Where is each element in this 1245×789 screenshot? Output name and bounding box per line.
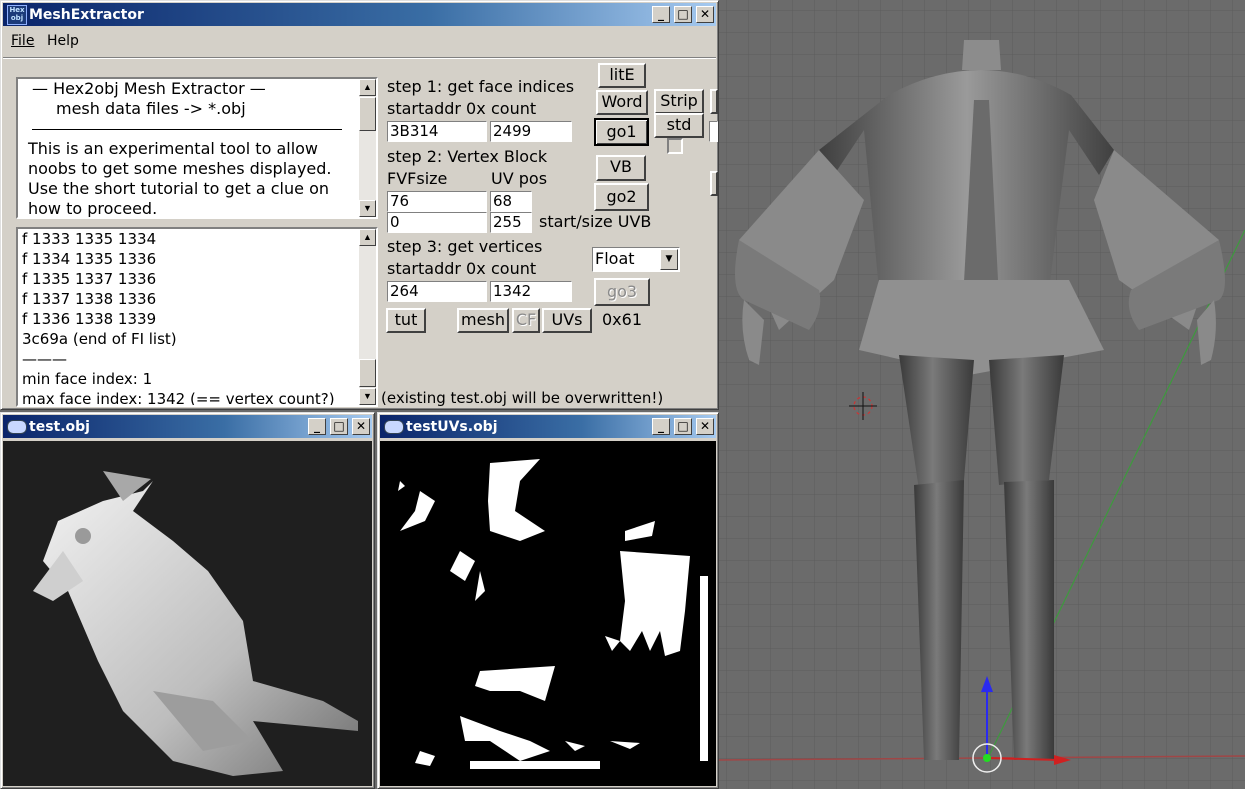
info-heading-1: — Hex2obj Mesh Extractor — xyxy=(32,79,266,98)
info-line: Use the short tutorial to get a clue on xyxy=(28,179,329,198)
uv-pos-field[interactable]: 68 xyxy=(490,191,532,212)
vertex-type-value: Float xyxy=(595,249,635,268)
test-title-bar[interactable]: test.obj _ □ ✕ xyxy=(3,415,372,438)
log-panel[interactable]: f 1333 1335 1334 f 1334 1335 1336 f 1335… xyxy=(16,227,378,407)
log-line: f 1336 1338 1339 xyxy=(22,310,157,328)
step3-count-label: count xyxy=(487,259,587,279)
uvb-start-field[interactable]: 0 xyxy=(387,212,487,233)
menu-file[interactable]: File xyxy=(11,33,34,49)
mesh-preview-render xyxy=(33,471,358,776)
chevron-down-icon[interactable]: ▼ xyxy=(660,249,678,270)
clipped-button[interactable] xyxy=(710,89,718,114)
close-button[interactable]: ✕ xyxy=(696,6,714,23)
info-scrollbar[interactable]: ▲ ▼ xyxy=(359,79,376,217)
info-heading-2: mesh data files -> *.obj xyxy=(56,99,246,118)
main-title-bar[interactable]: Hex obj MeshExtractor _ □ ✕ xyxy=(3,3,716,26)
step3-title: step 3: get vertices xyxy=(387,237,587,257)
step3-addr-label: startaddr 0x xyxy=(387,259,487,279)
log-line: f 1334 1335 1336 xyxy=(22,250,157,268)
go2-button[interactable]: go2 xyxy=(594,183,649,211)
uvb-label: start/size UVB xyxy=(537,212,654,232)
obj-viewer-icon xyxy=(384,420,404,434)
scroll-up-icon[interactable]: ▲ xyxy=(359,79,376,96)
strip-button[interactable]: Strip xyxy=(654,89,704,114)
uv-title-bar[interactable]: testUVs.obj _ □ ✕ xyxy=(380,415,716,438)
obj-viewer-icon xyxy=(7,420,27,434)
mesh-button[interactable]: mesh xyxy=(457,308,509,333)
maximize-button[interactable]: □ xyxy=(330,418,348,435)
clipped-field[interactable] xyxy=(709,121,718,142)
info-line: This is an experimental tool to allow xyxy=(28,139,319,158)
maximize-button[interactable]: □ xyxy=(674,6,692,23)
log-line: f 1337 1338 1336 xyxy=(22,290,157,308)
minimize-button[interactable]: _ xyxy=(652,6,670,23)
fvf-size-field[interactable]: 76 xyxy=(387,191,487,212)
close-button[interactable]: ✕ xyxy=(696,418,714,435)
minimize-button[interactable]: _ xyxy=(308,418,326,435)
log-line: max face index: 1342 (== vertex count?) xyxy=(22,390,335,407)
log-line: ——— xyxy=(22,350,67,368)
test-obj-window: test.obj _ □ ✕ xyxy=(0,412,375,789)
mesh-preview[interactable] xyxy=(3,441,372,786)
maximize-button[interactable]: □ xyxy=(674,418,692,435)
scroll-down-icon[interactable]: ▼ xyxy=(359,200,376,217)
app-icon: Hex obj xyxy=(7,5,27,25)
menu-help[interactable]: Help xyxy=(47,33,79,49)
step2-fvf-label: FVFsize xyxy=(387,169,487,189)
minimize-button[interactable]: _ xyxy=(652,418,670,435)
step1-title: step 1: get face indices xyxy=(387,77,587,97)
info-line: how to proceed. xyxy=(28,199,158,218)
step3-addr-field[interactable]: 264 xyxy=(387,281,487,302)
log-line: f 1333 1335 1334 xyxy=(22,230,157,248)
mesh-extractor-window: Hex obj MeshExtractor _ □ ✕ File Help — … xyxy=(0,0,719,410)
viewport-grid xyxy=(719,0,1245,789)
vb-button[interactable]: VB xyxy=(596,155,646,181)
log-line: 3c69a (end of FI list) xyxy=(22,330,177,348)
close-button[interactable]: ✕ xyxy=(352,418,370,435)
info-line: noobs to get some meshes displayed. xyxy=(28,159,332,178)
scroll-down-icon[interactable]: ▼ xyxy=(359,388,376,405)
clipped-button[interactable] xyxy=(710,171,718,196)
uvb-size-field[interactable]: 255 xyxy=(490,212,532,233)
scroll-thumb[interactable] xyxy=(359,359,376,387)
log-line: f 1335 1337 1336 xyxy=(22,270,157,288)
log-scrollbar[interactable]: ▲ ▼ xyxy=(359,229,376,405)
step2-title: step 2: Vertex Block xyxy=(387,147,587,167)
step1-count-label: count xyxy=(487,99,587,119)
menu-divider xyxy=(3,57,716,59)
uv-window-title: testUVs.obj xyxy=(406,419,498,435)
status-text: (existing test.obj will be overwritten!) xyxy=(379,388,666,408)
info-separator xyxy=(32,129,342,130)
std-button[interactable]: std xyxy=(654,113,704,138)
go3-button[interactable]: go3 xyxy=(594,278,650,306)
uvs-button[interactable]: UVs xyxy=(542,308,592,333)
tut-button[interactable]: tut xyxy=(386,308,426,333)
uv-preview[interactable] xyxy=(380,441,716,786)
step1-addr-label: startaddr 0x xyxy=(387,99,487,119)
word-button[interactable]: Word xyxy=(596,90,648,115)
lite-button[interactable]: litE xyxy=(598,63,646,88)
cf-button[interactable]: CF xyxy=(512,308,540,333)
scroll-up-icon[interactable]: ▲ xyxy=(359,229,376,246)
std-checkbox[interactable] xyxy=(667,138,683,154)
test-uvs-window: testUVs.obj _ □ ✕ xyxy=(377,412,719,789)
go1-button[interactable]: go1 xyxy=(594,118,649,146)
step3-count-field[interactable]: 1342 xyxy=(490,281,572,302)
hex-value: 0x61 xyxy=(598,310,647,330)
step2-uv-label: UV pos xyxy=(487,169,587,189)
test-window-title: test.obj xyxy=(29,419,90,435)
log-line: min face index: 1 xyxy=(22,370,153,388)
3d-viewport[interactable] xyxy=(719,0,1245,789)
vertex-type-select[interactable]: Float ▼ xyxy=(592,247,680,272)
step1-count-field[interactable]: 2499 xyxy=(490,121,572,142)
step1-addr-field[interactable]: 3B314 xyxy=(387,121,487,142)
scroll-thumb[interactable] xyxy=(359,97,376,131)
window-title: MeshExtractor xyxy=(29,7,144,23)
uv-map-render xyxy=(398,459,708,769)
info-text-panel[interactable]: — Hex2obj Mesh Extractor — mesh data fil… xyxy=(16,77,378,219)
